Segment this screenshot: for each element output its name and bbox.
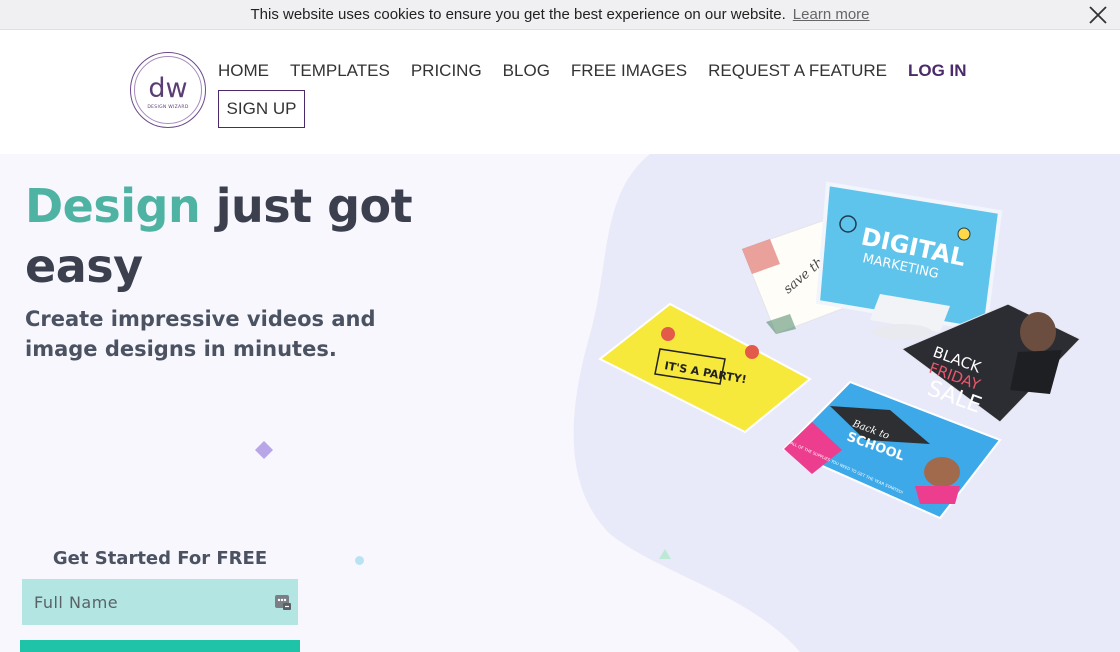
hero-illustration: save the date DIGITAL MARKETING IT'S A P… — [598, 181, 1081, 520]
logo-subtitle: DESIGN WIZARD — [147, 104, 189, 110]
dot-decoration — [355, 556, 364, 565]
signup-button[interactable]: SIGN UP — [218, 90, 305, 128]
nav-templates[interactable]: TEMPLATES — [290, 61, 390, 81]
nav-pricing[interactable]: PRICING — [411, 61, 482, 81]
close-icon[interactable] — [1088, 5, 1108, 25]
cookie-banner: This website uses cookies to ensure you … — [0, 0, 1120, 30]
get-started-button[interactable] — [20, 640, 300, 652]
nav-blog[interactable]: BLOG — [503, 61, 550, 81]
nav-request-feature[interactable]: REQUEST A FEATURE — [708, 61, 887, 81]
site-logo[interactable]: dw DESIGN WIZARD — [130, 52, 206, 128]
login-link[interactable]: LOG IN — [908, 61, 967, 81]
monitor-device: DIGITAL MARKETING — [815, 181, 1003, 340]
nav-home[interactable]: HOME — [218, 61, 269, 81]
diamond-decoration — [255, 441, 273, 459]
headline-accent: Design — [25, 179, 201, 233]
learn-more-link[interactable]: Learn more — [793, 6, 870, 23]
full-name-input[interactable] — [22, 579, 298, 625]
logo-mark: dw — [148, 72, 188, 104]
nav-free-images[interactable]: FREE IMAGES — [571, 61, 687, 81]
cookie-message: This website uses cookies to ensure you … — [250, 6, 786, 23]
hero-headline: Design just got easy — [25, 176, 445, 296]
form-title: Get Started For FREE — [52, 548, 268, 569]
hero-subheadline: Create impressive videos and image desig… — [25, 307, 376, 361]
main-nav: HOME TEMPLATES PRICING BLOG FREE IMAGES … — [218, 61, 967, 81]
site-header: dw DESIGN WIZARD HOME TEMPLATES PRICING … — [0, 30, 1120, 154]
contact-card-icon[interactable] — [274, 592, 292, 612]
